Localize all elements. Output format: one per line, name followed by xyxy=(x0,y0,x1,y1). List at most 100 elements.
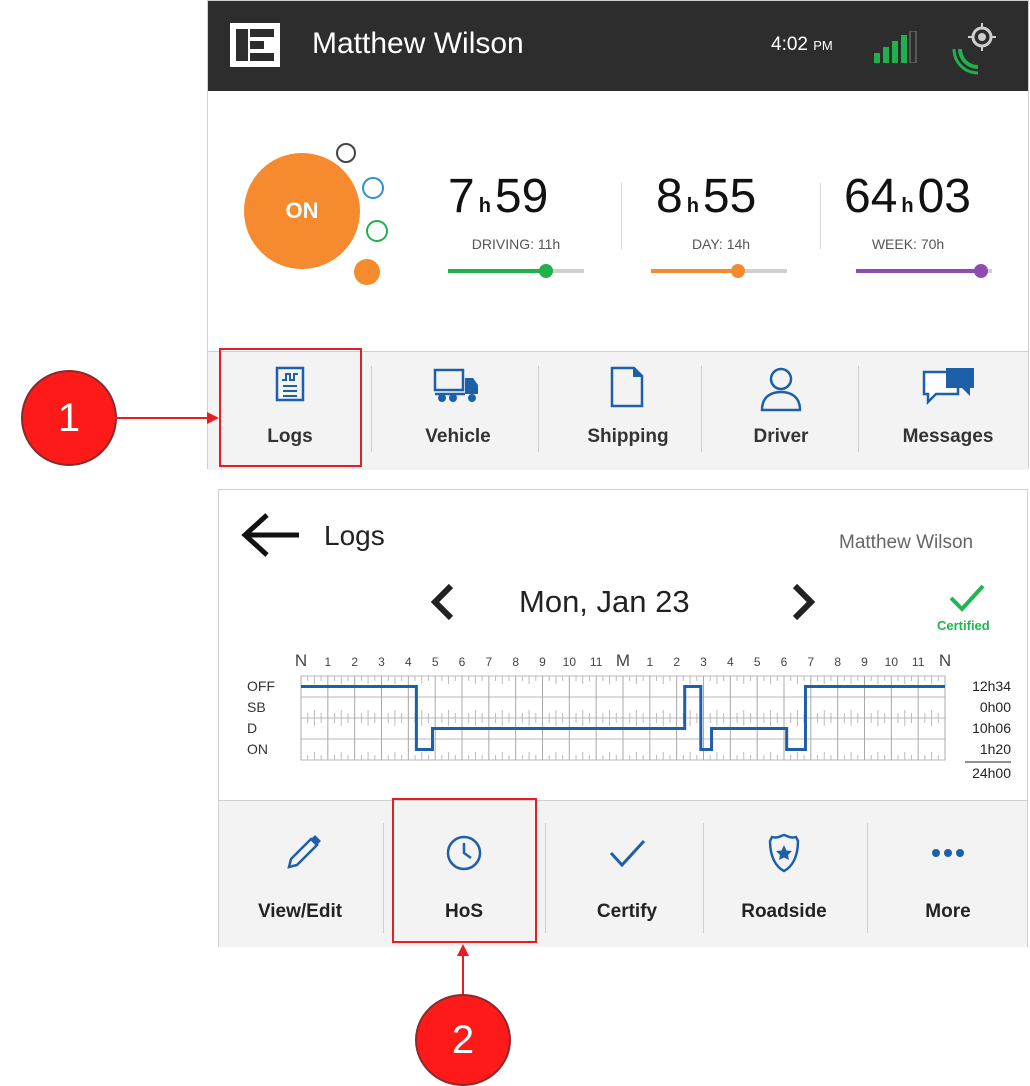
certify-button[interactable]: Certify xyxy=(549,801,705,947)
roadside-button[interactable]: Roadside xyxy=(703,801,865,947)
hos-graph: N 1 2 3 4 5 6 7 8 9 10 11 M 1 2 3 4 5 6 7 8 9 10 11 N OFF 12h34 SB 0… xyxy=(247,651,1011,781)
status-total: 10h06 xyxy=(972,720,1011,736)
driver-icon xyxy=(760,367,802,412)
status-total: 0h00 xyxy=(980,699,1011,715)
certify-label: Certify xyxy=(596,901,658,922)
week-progress-fill xyxy=(856,269,982,273)
callout-arrow-icon xyxy=(115,412,219,424)
hour-tick-label: 8 xyxy=(834,655,841,669)
status-total: 1h20 xyxy=(980,741,1011,757)
day-progress-fill xyxy=(651,269,739,273)
hour-tick-label: 8 xyxy=(512,655,519,669)
hour-tick-label: 2 xyxy=(351,655,358,669)
hour-tick-label: 11 xyxy=(590,655,603,669)
status-option-on[interactable] xyxy=(354,259,380,285)
driving-hours-value: 7 h59 xyxy=(448,169,548,224)
duty-status-on-button[interactable]: ON xyxy=(244,153,360,269)
week-progress-knob xyxy=(974,264,989,278)
signal-strength-icon xyxy=(874,31,917,63)
status-option-off[interactable] xyxy=(336,143,356,163)
page-title: Logs xyxy=(324,520,385,551)
week-limit-label: WEEK: 70h xyxy=(871,236,945,252)
hour-tick-label: 4 xyxy=(405,655,412,669)
hour-tick-label: 6 xyxy=(459,655,466,669)
hour-tick-label: N xyxy=(939,651,951,670)
driving-progress-bar xyxy=(448,264,584,278)
clock-time: 4:02 PM xyxy=(771,34,833,56)
week-hours: 64 xyxy=(844,170,898,223)
logs-user-name: Matthew Wilson xyxy=(839,532,974,553)
status-row-label: ON xyxy=(247,741,268,757)
hour-tick-label: 6 xyxy=(781,655,788,669)
hour-tick-label: 1 xyxy=(646,655,653,669)
hour-tick-label: M xyxy=(616,651,630,670)
log-date: Mon, Jan 23 xyxy=(519,584,690,619)
week-hours-unit: h xyxy=(901,195,914,217)
day-minutes: 55 xyxy=(702,170,757,223)
gps-location-icon xyxy=(952,23,996,75)
week-minutes: 03 xyxy=(917,170,971,223)
callout-arrow-icon xyxy=(457,944,469,1002)
police-badge-icon xyxy=(768,833,800,873)
hour-tick-label: 3 xyxy=(700,655,707,669)
nav-messages-button[interactable]: Messages xyxy=(868,352,1028,470)
certified-label: Certified xyxy=(937,618,990,633)
more-label: More xyxy=(925,901,971,922)
nav-messages-label: Messages xyxy=(902,426,994,447)
week-progress-bar xyxy=(856,264,992,278)
hour-tick-label: 7 xyxy=(485,655,492,669)
hour-tick-label: 5 xyxy=(754,655,761,669)
divider xyxy=(701,366,702,452)
nav-vehicle-button[interactable]: Vehicle xyxy=(383,352,533,470)
truck-icon xyxy=(433,368,478,402)
hour-tick-label: N xyxy=(295,651,307,670)
driving-hours: 7 xyxy=(448,170,475,223)
divider xyxy=(545,823,546,933)
driver-name: Matthew Wilson xyxy=(312,27,524,60)
day-hours-unit: h xyxy=(686,195,699,217)
view-edit-label: View/Edit xyxy=(257,901,343,922)
previous-day-icon[interactable] xyxy=(429,582,457,622)
nav-shipping-button[interactable]: Shipping xyxy=(548,352,708,470)
logs-highlight-box xyxy=(219,348,362,467)
more-icon xyxy=(932,849,964,857)
driving-minutes: 59 xyxy=(494,170,549,223)
grand-total: 24h00 xyxy=(972,765,1011,781)
nav-shipping-label: Shipping xyxy=(587,426,669,447)
divider xyxy=(820,183,821,249)
divider xyxy=(621,183,622,249)
logs-action-bar: View/Edit HoS Certify Roadside More xyxy=(219,800,1027,947)
more-button[interactable]: More xyxy=(869,801,1027,947)
document-icon xyxy=(610,366,644,408)
logs-screen: Logs Matthew Wilson Mon, Jan 23 Certifie… xyxy=(218,489,1028,947)
top-status-bar: Matthew Wilson 4:02 PM xyxy=(208,1,1028,91)
day-progress-bar xyxy=(651,264,787,278)
clock-value: 4:02 xyxy=(771,34,808,55)
hour-tick-label: 5 xyxy=(432,655,439,669)
divider xyxy=(867,823,868,933)
hour-tick-label: 11 xyxy=(912,655,925,669)
next-day-icon[interactable] xyxy=(789,582,817,622)
hos-highlight-box xyxy=(392,798,537,943)
hour-tick-label: 2 xyxy=(673,655,680,669)
certified-check-icon xyxy=(949,584,985,612)
nav-driver-button[interactable]: Driver xyxy=(706,352,856,470)
driving-progress-fill xyxy=(448,269,546,273)
driving-limit-label: DRIVING: 11h xyxy=(471,236,561,252)
nav-vehicle-label: Vehicle xyxy=(425,426,491,447)
status-row-label: D xyxy=(247,720,257,736)
back-arrow-icon[interactable] xyxy=(241,512,301,558)
view-edit-button[interactable]: View/Edit xyxy=(219,801,381,947)
hour-tick-label: 10 xyxy=(563,655,577,669)
divider xyxy=(538,366,539,452)
hour-tick-label: 7 xyxy=(807,655,814,669)
day-progress-knob xyxy=(731,264,746,278)
callout-1: 1 xyxy=(21,370,117,466)
divider xyxy=(371,366,372,452)
status-option-d[interactable] xyxy=(366,220,388,242)
hour-tick-label: 9 xyxy=(539,655,546,669)
day-limit-label: DAY: 14h xyxy=(691,236,751,252)
pencil-icon xyxy=(287,835,321,869)
status-option-sb[interactable] xyxy=(362,177,384,199)
hour-tick-label: 9 xyxy=(861,655,868,669)
